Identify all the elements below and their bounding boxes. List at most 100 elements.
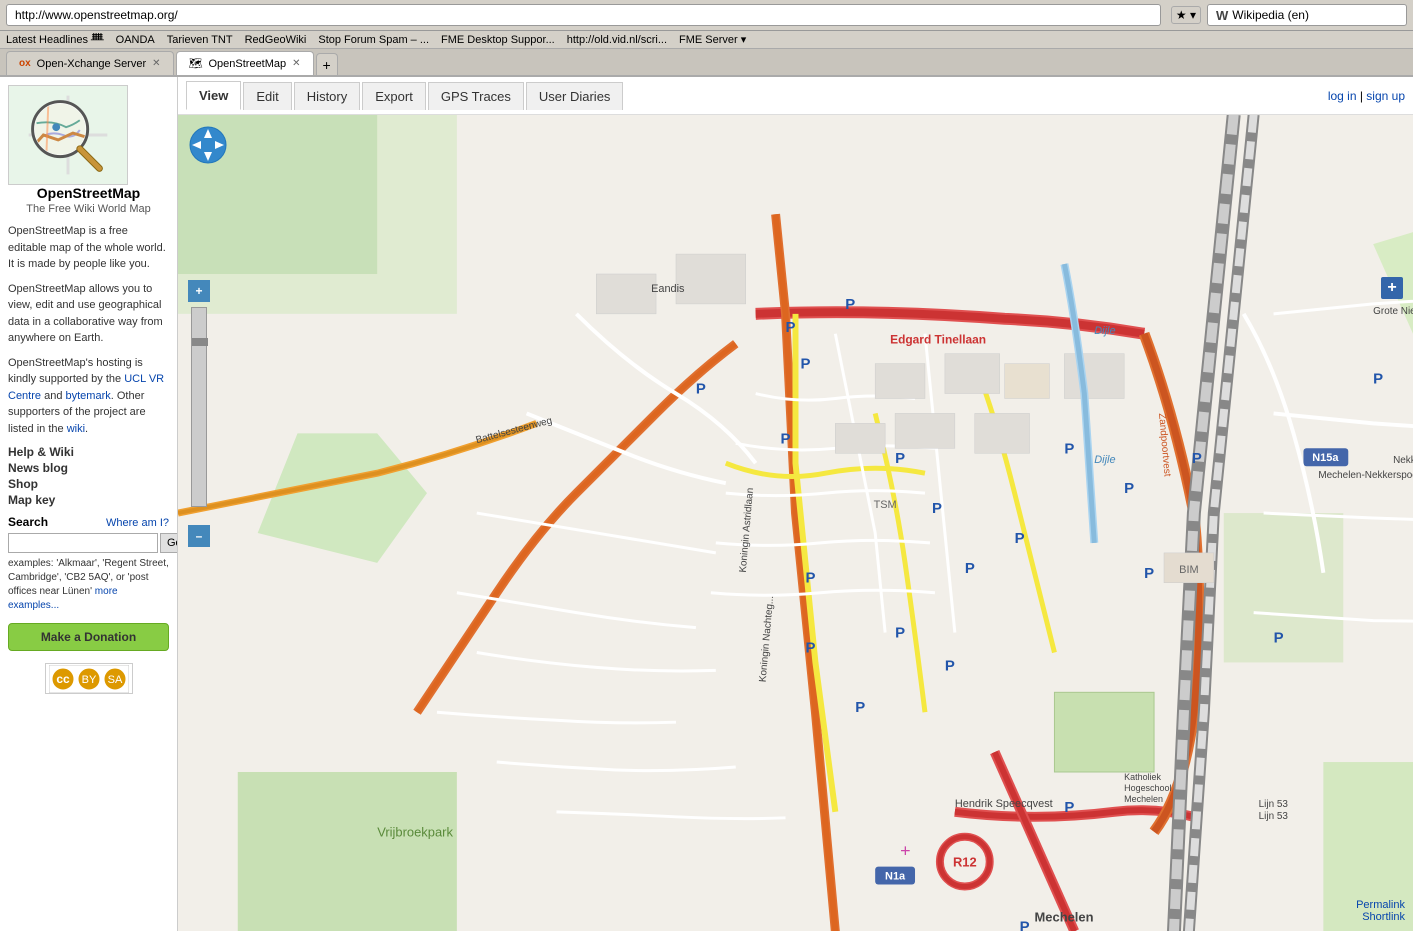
- svg-text:Nekkerspoelstraat: Nekkerspoelstraat: [1393, 455, 1413, 466]
- tab-user-diaries[interactable]: User Diaries: [526, 82, 624, 110]
- svg-text:P: P: [800, 356, 810, 373]
- tab-osm[interactable]: 🗺 OpenStreetMap ✕: [176, 51, 314, 75]
- svg-text:Eandis: Eandis: [651, 283, 685, 295]
- search-input[interactable]: [8, 533, 158, 553]
- sidebar-desc1: OpenStreetMap is a free editable map of …: [8, 223, 169, 273]
- osm-subtitle: The Free Wiki World Map: [8, 203, 169, 215]
- zoom-out-button[interactable]: –: [188, 525, 210, 547]
- svg-text:Lijn 53: Lijn 53: [1259, 799, 1289, 810]
- new-tab-button[interactable]: +: [316, 53, 338, 75]
- sidebar-news-blog[interactable]: News blog: [8, 461, 169, 475]
- svg-text:BY: BY: [81, 674, 96, 686]
- svg-text:P: P: [1274, 630, 1284, 647]
- browser-frame: http://www.openstreetmap.org/ ★ ▾ W Wiki…: [0, 0, 1413, 931]
- sidebar-desc2: OpenStreetMap allows you to view, edit a…: [8, 281, 169, 347]
- url-bar[interactable]: http://www.openstreetmap.org/: [6, 4, 1161, 26]
- pan-icon: [188, 125, 228, 165]
- svg-text:Mechelen: Mechelen: [1035, 909, 1094, 924]
- osm-logo-image: [8, 85, 128, 185]
- bookmark-oanda[interactable]: OANDA: [116, 34, 155, 46]
- svg-text:P: P: [1020, 918, 1030, 931]
- svg-text:cc: cc: [56, 672, 70, 686]
- svg-text:N1a: N1a: [885, 871, 906, 883]
- where-am-i-link[interactable]: Where am I?: [106, 517, 169, 529]
- osm-title: OpenStreetMap: [8, 185, 169, 201]
- tab-gps-traces[interactable]: GPS Traces: [428, 82, 524, 110]
- map-area[interactable]: + – +: [178, 115, 1413, 931]
- bookmark-latest-headlines[interactable]: Latest Headlines ᚙ: [6, 33, 104, 46]
- svg-text:SA: SA: [107, 674, 122, 686]
- bookmark-old-vid[interactable]: http://old.vid.nl/scri...: [567, 34, 667, 46]
- svg-text:Katholiek: Katholiek: [1124, 772, 1161, 782]
- svg-text:P: P: [895, 625, 905, 642]
- osm-nav-header: View Edit History Export GPS Traces User…: [178, 77, 1413, 115]
- svg-text:TSM: TSM: [874, 499, 897, 511]
- bookmark-stop-forum-spam[interactable]: Stop Forum Spam – ...: [318, 34, 429, 46]
- svg-text:P: P: [805, 639, 815, 656]
- tab-osm-close[interactable]: ✕: [292, 58, 300, 69]
- svg-text:P: P: [1064, 440, 1074, 457]
- bookmark-fme-desktop[interactable]: FME Desktop Suppor...: [441, 34, 555, 46]
- osm-logo-svg: [9, 85, 127, 185]
- tab-view[interactable]: View: [186, 81, 241, 110]
- svg-text:N15a: N15a: [1312, 452, 1339, 464]
- bookmarks-bar: Latest Headlines ᚙ OANDA Tarieven TNT Re…: [0, 31, 1413, 49]
- cc-badge: cc BY SA: [8, 663, 169, 694]
- url-star-area: ★ ▾: [1171, 6, 1201, 24]
- bookmark-fme-server[interactable]: FME Server ▾: [679, 33, 746, 46]
- bookmark-tarieven-tnt[interactable]: Tarieven TNT: [167, 34, 233, 46]
- tab-edit[interactable]: Edit: [243, 82, 291, 110]
- svg-text:Mechelen-Nekkerspoel: Mechelen-Nekkerspoel: [1318, 470, 1413, 481]
- svg-text:Lijn 53: Lijn 53: [1259, 811, 1289, 822]
- search-go-button[interactable]: Go: [160, 533, 178, 553]
- svg-text:Edgard Tinellaan: Edgard Tinellaan: [890, 333, 986, 347]
- signup-link[interactable]: sign up: [1366, 89, 1405, 103]
- sidebar-map-key[interactable]: Map key: [8, 493, 169, 507]
- search-examples: examples: 'Alkmaar', 'Regent Street, Cam…: [8, 557, 169, 613]
- shortlink-link[interactable]: Shortlink: [1356, 911, 1405, 923]
- svg-text:BIM: BIM: [1179, 564, 1198, 576]
- tab-ox[interactable]: ox Open-Xchange Server ✕: [6, 51, 174, 75]
- cc-svg: cc BY SA: [49, 665, 129, 693]
- bookmark-redgeowiki[interactable]: RedGeoWiki: [245, 34, 307, 46]
- svg-text:Hogeschool: Hogeschool: [1124, 783, 1171, 793]
- tab-ox-close[interactable]: ✕: [152, 58, 160, 69]
- content-area: OpenStreetMap The Free Wiki World Map Op…: [0, 77, 1413, 931]
- donate-button[interactable]: Make a Donation: [8, 623, 169, 651]
- search-header: Search Where am I?: [8, 515, 169, 529]
- svg-text:P: P: [696, 381, 706, 398]
- sidebar-shop[interactable]: Shop: [8, 477, 169, 491]
- zoom-slider-area[interactable]: [188, 307, 210, 507]
- bytemark-link[interactable]: bytemark: [66, 390, 111, 402]
- zoom-slider[interactable]: [191, 307, 207, 507]
- star-button[interactable]: ★ ▾: [1171, 6, 1201, 24]
- svg-text:P: P: [965, 560, 975, 577]
- sidebar-help-wiki[interactable]: Help & Wiki: [8, 445, 169, 459]
- sidebar-desc3: OpenStreetMap's hosting is kindly suppor…: [8, 355, 169, 438]
- login-link[interactable]: log in: [1328, 89, 1357, 103]
- svg-text:P: P: [781, 430, 791, 447]
- browser-search-bar[interactable]: W Wikipedia (en): [1207, 4, 1407, 26]
- zoom-handle[interactable]: [192, 338, 208, 346]
- svg-text:P: P: [1192, 450, 1202, 467]
- zoom-in-button[interactable]: +: [188, 280, 210, 302]
- svg-text:P: P: [945, 657, 955, 674]
- wikipedia-icon: W: [1216, 8, 1228, 23]
- pan-control[interactable]: [188, 125, 228, 168]
- expand-map-button[interactable]: +: [1381, 277, 1403, 299]
- svg-text:P: P: [845, 296, 855, 313]
- svg-text:P: P: [855, 699, 865, 716]
- svg-text:P: P: [895, 450, 905, 467]
- sidebar-desc3-end: .: [85, 423, 88, 435]
- sidebar-nav: Help & Wiki News blog Shop Map key: [8, 445, 169, 507]
- browser-search-text: Wikipedia (en): [1232, 8, 1309, 22]
- osm-nav-tabs: View Edit History Export GPS Traces User…: [186, 81, 1328, 110]
- tab-export[interactable]: Export: [362, 82, 426, 110]
- svg-text:Vrijbroekpark: Vrijbroekpark: [377, 825, 453, 840]
- svg-text:Grote Nieuwstr.: Grote Nieuwstr.: [1373, 306, 1413, 317]
- tab-history[interactable]: History: [294, 82, 360, 110]
- cc-icon: cc BY SA: [45, 663, 133, 694]
- permalink-link[interactable]: Permalink: [1356, 899, 1405, 911]
- svg-text:P: P: [1124, 480, 1134, 497]
- wiki-link[interactable]: wiki: [67, 423, 85, 435]
